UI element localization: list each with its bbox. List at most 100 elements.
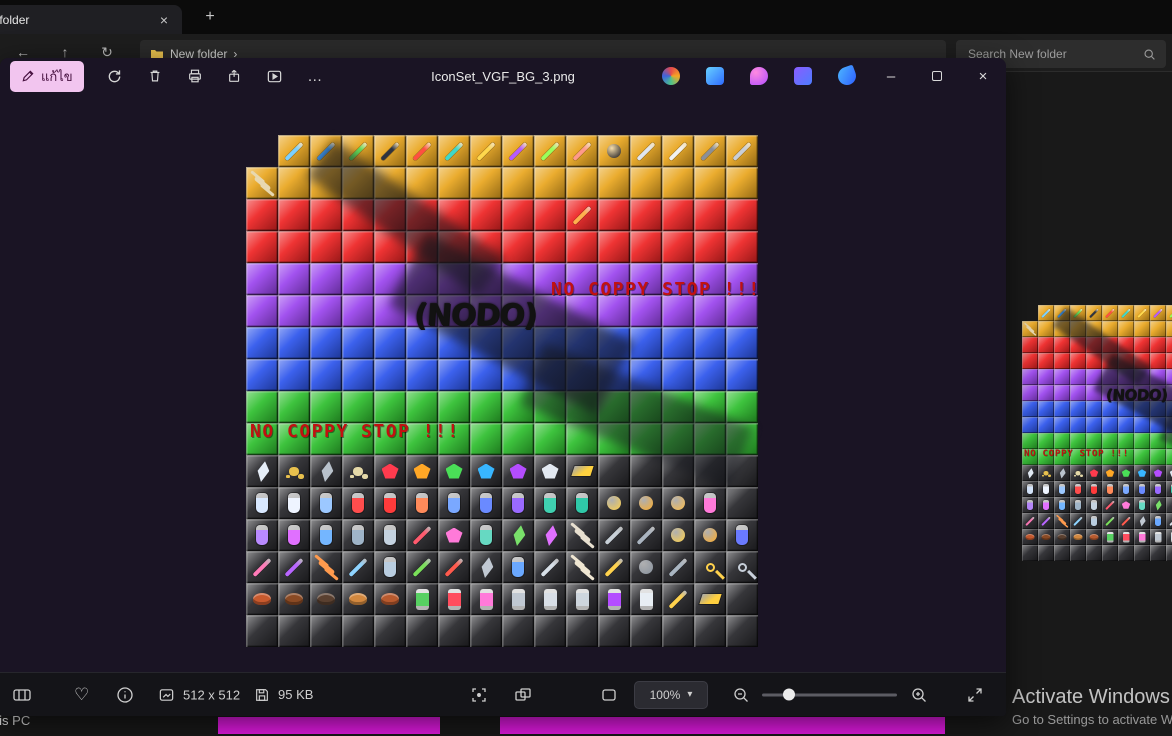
nugget-item-icon [1075, 470, 1081, 476]
rotate-icon[interactable] [106, 67, 124, 85]
sprite-tile-purple [1054, 369, 1070, 385]
paint-app-icon[interactable] [835, 64, 859, 88]
sprite-tile-dark [1166, 465, 1172, 481]
sprite-tile-dark [1038, 465, 1054, 481]
zoom-in-icon[interactable] [910, 686, 928, 704]
more-options-icon[interactable]: … [306, 67, 324, 85]
sprite-tile-gold [1134, 321, 1150, 337]
sprite-tile-blue [1166, 417, 1172, 433]
bottle-item-icon [320, 493, 332, 513]
tab-close-icon[interactable]: × [146, 12, 182, 28]
sprite-tile-blue [342, 327, 374, 359]
zoom-slider-track[interactable] [762, 688, 897, 701]
sprite-tile-gold [726, 135, 758, 167]
fit-window-icon[interactable] [600, 686, 618, 704]
sprite-tile-blue [470, 359, 502, 391]
zoom-slider[interactable] [762, 688, 897, 701]
sprite-tile-blue [598, 327, 630, 359]
sprite-tile-purple [1102, 369, 1118, 385]
sprite-tile-red [630, 199, 662, 231]
sprite-tile-dark [662, 519, 694, 551]
sprite-tile-red [374, 199, 406, 231]
sprite-tile-gold [246, 167, 278, 199]
fullscreen-icon[interactable] [966, 686, 984, 704]
new-tab-button[interactable]: + [198, 8, 222, 26]
sprite-tile-dark [630, 551, 662, 583]
blade-item-icon [636, 525, 656, 545]
sprite-tile-dark [1150, 545, 1166, 561]
delete-icon[interactable] [146, 67, 164, 85]
info-icon[interactable] [116, 686, 134, 704]
sprite-tile-dark [1166, 497, 1172, 513]
explorer-tab[interactable]: New folder × [0, 5, 182, 34]
sprite-tile-blue [662, 359, 694, 391]
zoom-out-icon[interactable] [732, 686, 750, 704]
share-icon[interactable] [226, 67, 244, 85]
image-canvas[interactable]: NO COPPY STOP !!! (NODO) NO COPPY STOP !!! [246, 135, 759, 647]
sprite-tile-dark [566, 583, 598, 615]
edit-button[interactable]: แก้ไข [10, 60, 84, 92]
sprite-tile-green [1038, 449, 1054, 465]
sprite-tile-green [1086, 433, 1102, 449]
sprite-tile-green [502, 423, 534, 455]
sprite-tile-green [1166, 433, 1172, 449]
sprite-tile-dark [1102, 529, 1118, 545]
sprite-tile-purple [310, 295, 342, 327]
sprite-tile-gold [374, 167, 406, 199]
sprite-tile-purple [726, 263, 758, 295]
sprite-tile-red [1038, 353, 1054, 369]
sprite-tile-dark [246, 551, 278, 583]
multi-view-icon[interactable] [514, 686, 532, 704]
sprite-tile-dark [374, 551, 406, 583]
zoom-slider-knob[interactable] [783, 688, 795, 701]
bottle-item-icon [384, 493, 396, 513]
sprite-tile-blue [374, 359, 406, 391]
blade-item-icon [1089, 308, 1099, 318]
sprite-tile-dark [374, 487, 406, 519]
minimize-button[interactable]: – [868, 58, 914, 94]
actual-size-icon[interactable] [470, 686, 488, 704]
slideshow-icon[interactable] [266, 67, 284, 85]
sprite-tile-purple [1038, 385, 1054, 401]
blade-item-icon [668, 589, 688, 609]
favorite-icon[interactable]: ♡ [74, 685, 89, 705]
nugget-item-icon [1043, 470, 1049, 476]
sprite-tile-blue [406, 327, 438, 359]
sprite-tile-green [342, 423, 374, 455]
sprite-tile-purple [438, 263, 470, 295]
sprite-tile-dark [1022, 545, 1038, 561]
sprite-tile-purple [1150, 385, 1166, 401]
gem-item-icon [445, 527, 463, 543]
file-thumbnail[interactable]: NO COPPY STOP !!!(NODO)NO COPPY STOP !!! [1022, 305, 1172, 561]
maximize-button[interactable] [914, 58, 960, 94]
bottle-item-icon [352, 525, 364, 545]
sprite-tile-blue [1070, 417, 1086, 433]
blade-item-icon [572, 141, 592, 161]
sprite-tile-red [1102, 337, 1118, 353]
gallery-app-icon[interactable] [706, 67, 724, 85]
gallery-toggle-icon[interactable] [12, 686, 32, 704]
close-button[interactable]: × [960, 58, 1006, 94]
explorer-tab-bar: New folder × + [0, 0, 1172, 34]
blade-item-icon [700, 141, 720, 161]
sprite-tile-purple [1022, 385, 1038, 401]
ball-item-icon [703, 528, 717, 542]
sprite-tile-purple [406, 295, 438, 327]
sprite-tile-blue [726, 359, 758, 391]
sprite-tile-red [1134, 353, 1150, 369]
shard-item-icon [477, 555, 495, 579]
bottle-item-icon [288, 493, 300, 513]
sprite-tile-dark [1070, 465, 1086, 481]
shard-item-icon [1154, 499, 1163, 511]
sprite-tile-blue [310, 327, 342, 359]
sprite-tile-blue [630, 359, 662, 391]
sprite-tile-blue [1102, 401, 1118, 417]
photos-app-icon[interactable] [662, 67, 680, 85]
designer-app-icon[interactable] [750, 67, 768, 85]
zoom-level-dropdown[interactable]: 100% ▾ [634, 680, 708, 709]
clipchamp-app-icon[interactable] [794, 67, 812, 85]
sprite-tile-dark [1070, 513, 1086, 529]
sprite-tile-dark [566, 551, 598, 583]
sprite-tile-dark [310, 455, 342, 487]
print-icon[interactable] [186, 67, 204, 85]
